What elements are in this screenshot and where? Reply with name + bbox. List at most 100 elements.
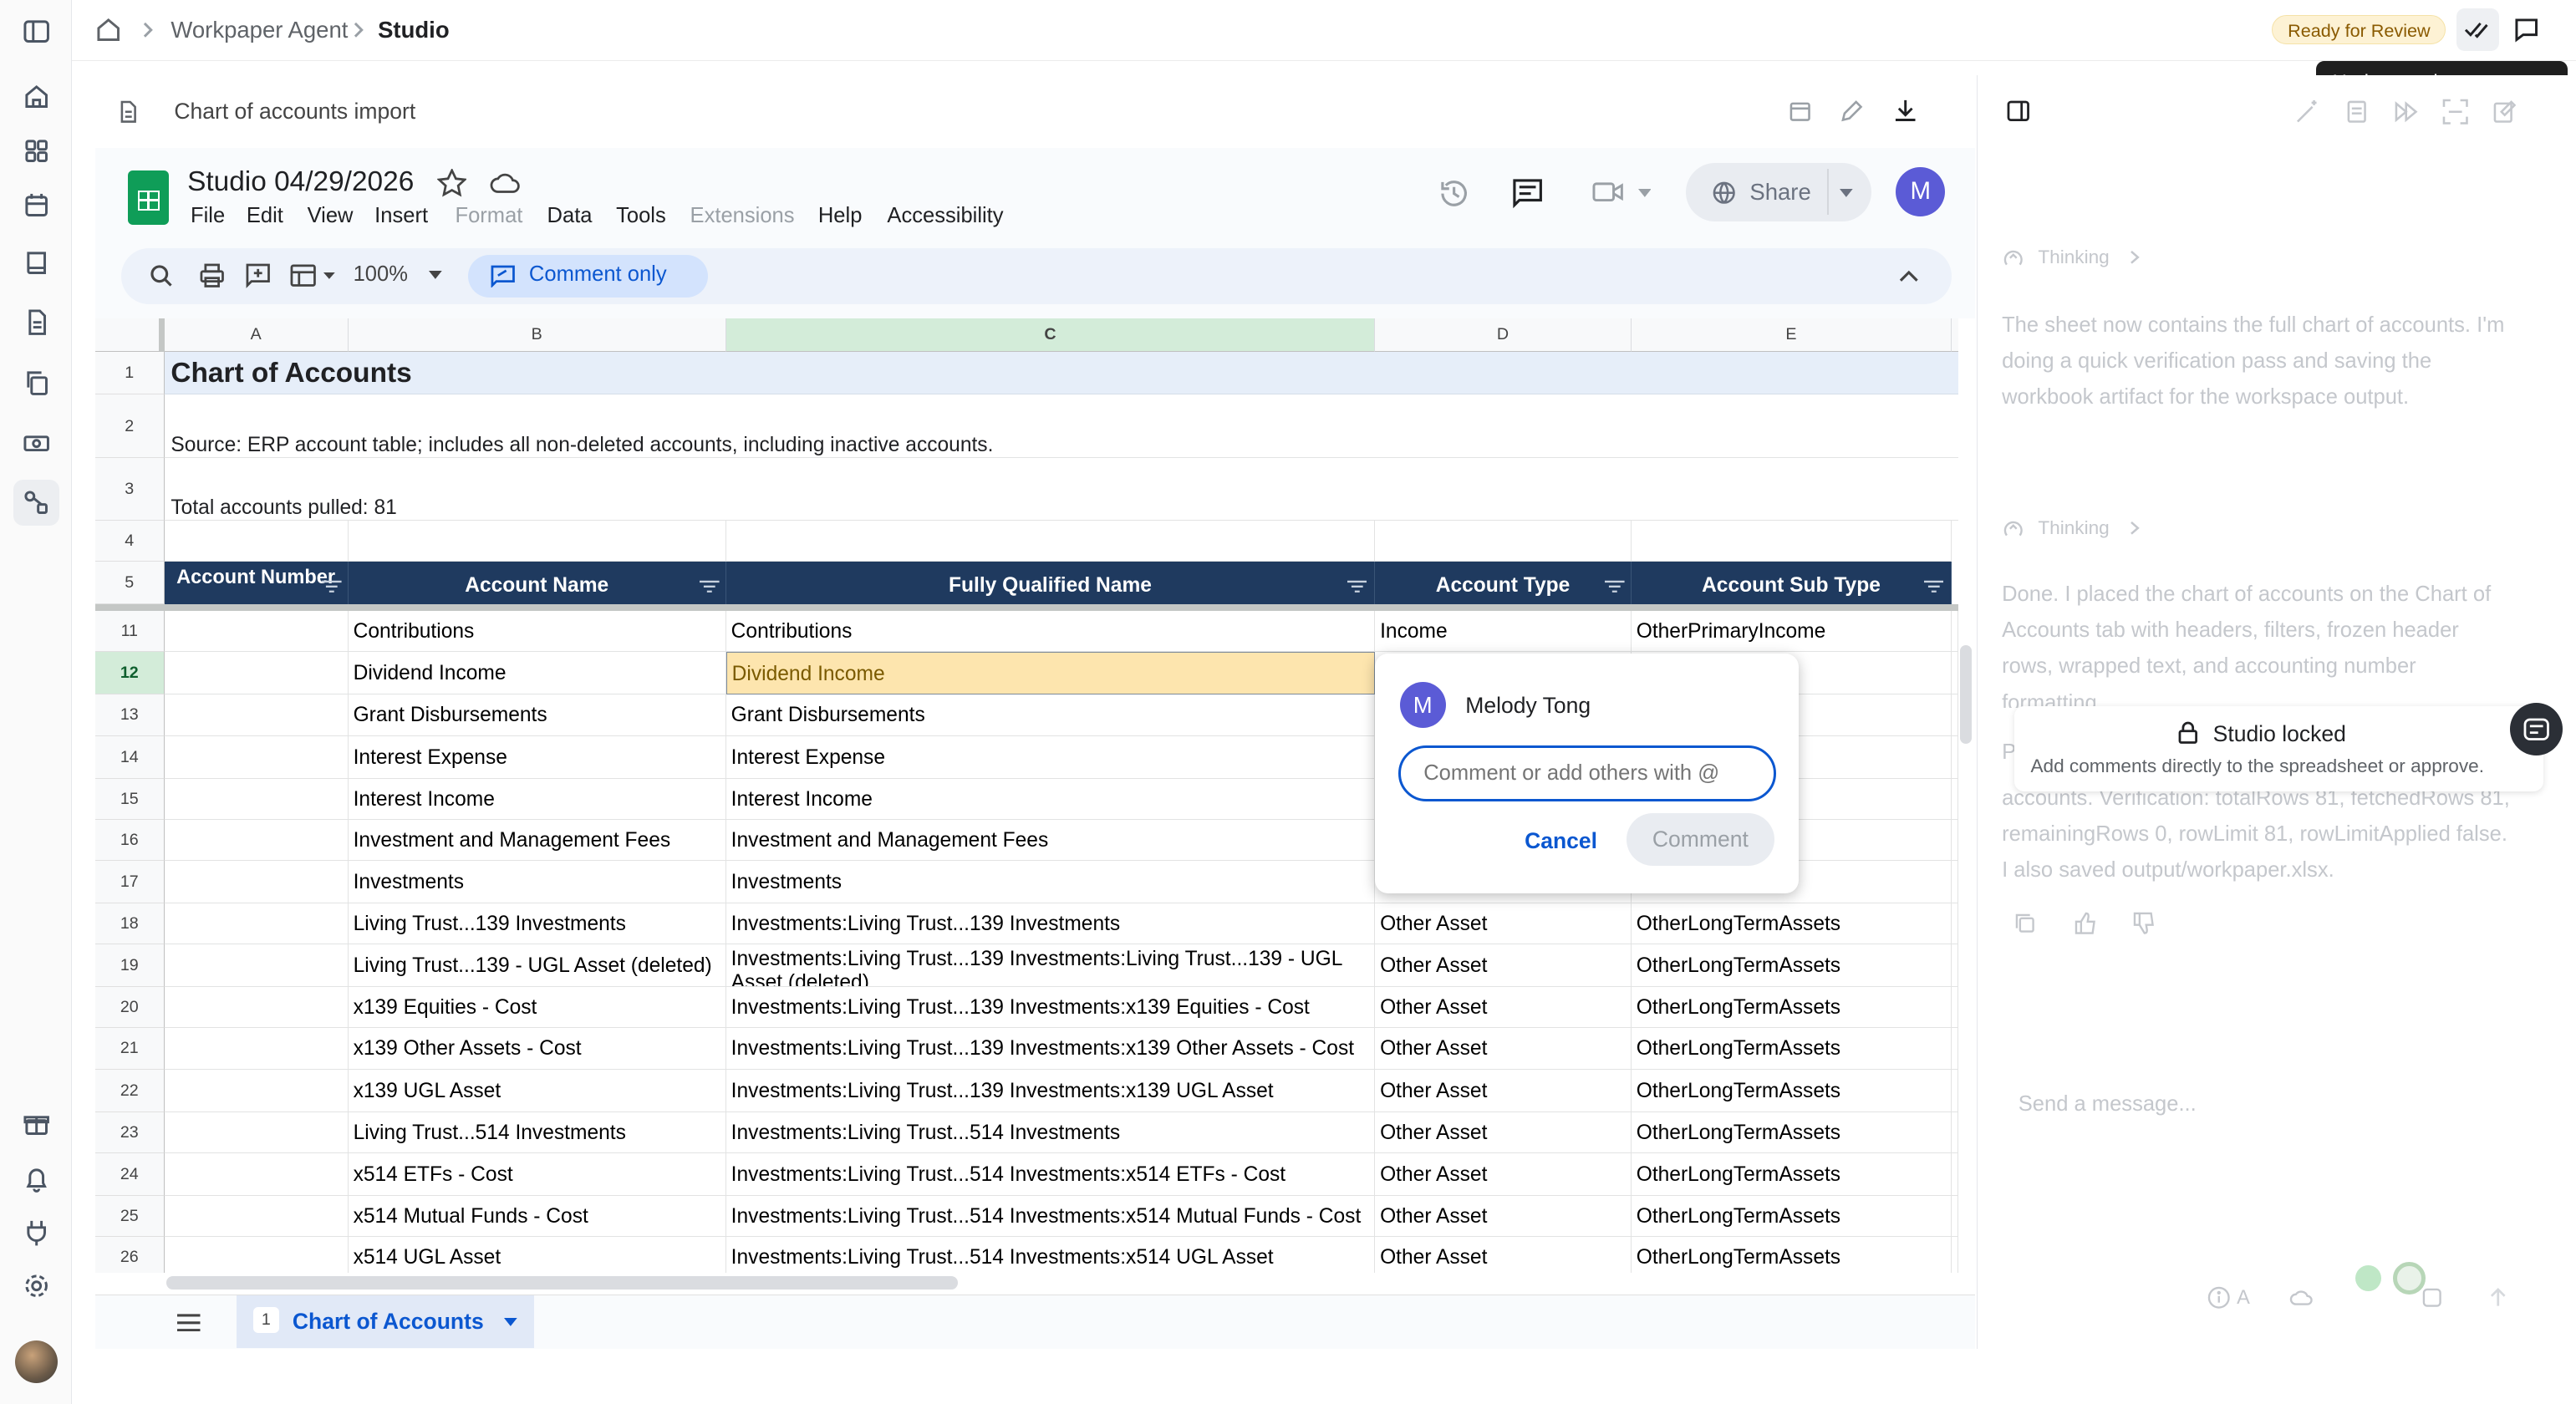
- submit-comment-button[interactable]: Comment: [1626, 812, 1774, 866]
- cell-account-number[interactable]: [164, 735, 349, 779]
- empty-cell[interactable]: [348, 521, 726, 562]
- cell-overflow[interactable]: [1952, 1237, 1958, 1274]
- sidebar-toggle-icon[interactable]: [22, 17, 51, 46]
- comment-only-mode-button[interactable]: Comment only: [468, 254, 709, 298]
- cell-overflow[interactable]: [1952, 1152, 1958, 1196]
- cell-account-sub-type[interactable]: OtherLongTermAssets: [1631, 1112, 1952, 1153]
- cell-overflow[interactable]: [1952, 1069, 1958, 1112]
- row-header[interactable]: 4: [95, 521, 165, 562]
- row-header[interactable]: 16: [95, 819, 165, 861]
- cell-account-number[interactable]: [164, 1195, 349, 1238]
- cell-fully-qualified-name[interactable]: Investments: [725, 860, 1376, 904]
- menu-help[interactable]: Help: [818, 204, 863, 228]
- cell-account-type[interactable]: Other Asset: [1375, 944, 1632, 988]
- panel-toggle-icon[interactable]: [2007, 100, 2030, 122]
- fast-forward-icon[interactable]: [2393, 99, 2419, 125]
- info-icon[interactable]: [2207, 1286, 2231, 1310]
- cell-overflow[interactable]: [1952, 611, 1958, 653]
- breadcrumb-workpaper-agent[interactable]: Workpaper Agent: [171, 17, 348, 43]
- print-icon[interactable]: [199, 262, 225, 288]
- cell-fully-qualified-name[interactable]: Investments:Living Trust...514 Investmen…: [725, 1152, 1376, 1196]
- download-icon[interactable]: [1892, 97, 1918, 123]
- add-comment-icon[interactable]: [245, 262, 271, 289]
- filter-icon[interactable]: [700, 580, 720, 593]
- all-sheets-menu-icon[interactable]: [177, 1313, 201, 1332]
- apps-grid-icon[interactable]: [22, 136, 51, 165]
- column-header-a[interactable]: A: [164, 318, 349, 352]
- vertical-scrollbar[interactable]: [1959, 645, 1972, 745]
- cell-account-name[interactable]: Interest Income: [348, 778, 726, 820]
- cell-account-name[interactable]: Living Trust...514 Investments: [348, 1112, 726, 1153]
- cell-account-name[interactable]: Interest Expense: [348, 735, 726, 779]
- horizontal-scrollbar[interactable]: [165, 1276, 958, 1290]
- meet-video-icon[interactable]: [1592, 179, 1625, 205]
- thinking-label[interactable]: Thinking: [2038, 247, 2109, 268]
- menu-data[interactable]: Data: [547, 204, 593, 228]
- pencil-icon[interactable]: [1840, 99, 1864, 123]
- cell-account-sub-type[interactable]: OtherLongTermAssets: [1631, 987, 1952, 1029]
- row-header[interactable]: 5: [95, 562, 165, 605]
- cell-account-sub-type[interactable]: OtherLongTermAssets: [1631, 1069, 1952, 1112]
- cell-account-name[interactable]: Living Trust...139 - UGL Asset (deleted): [348, 944, 726, 988]
- sheet-title-cell[interactable]: Chart of Accounts: [164, 351, 1958, 394]
- cell-account-number[interactable]: [165, 1237, 349, 1274]
- settings-gear-icon[interactable]: [22, 1271, 51, 1300]
- cell-account-type[interactable]: Other Asset: [1375, 1112, 1632, 1153]
- cell-account-type[interactable]: Other Asset: [1375, 903, 1632, 945]
- row-header[interactable]: 19: [95, 944, 165, 988]
- header-account-type[interactable]: Account Type: [1375, 562, 1632, 605]
- money-icon[interactable]: [22, 429, 51, 458]
- row-header[interactable]: 15: [95, 778, 165, 820]
- cell-overflow[interactable]: [1952, 1028, 1958, 1070]
- row-header[interactable]: 1: [95, 351, 165, 394]
- header-fully-qualified-name[interactable]: Fully Qualified Name: [725, 562, 1376, 605]
- cell-account-type[interactable]: Other Asset: [1375, 1152, 1632, 1196]
- menu-accessibility[interactable]: Accessibility: [887, 204, 1003, 228]
- workflow-icon[interactable]: [22, 488, 51, 517]
- column-header-b[interactable]: B: [348, 318, 726, 352]
- menu-tools[interactable]: Tools: [616, 204, 666, 228]
- cell-fully-qualified-name[interactable]: Interest Income: [725, 778, 1376, 820]
- message-input[interactable]: Send a message...: [2019, 1092, 2197, 1117]
- header-account-number[interactable]: Account Number: [164, 562, 349, 605]
- cell-account-sub-type[interactable]: OtherLongTermAssets: [1632, 1237, 1952, 1274]
- thinking-label[interactable]: Thinking: [2038, 517, 2109, 539]
- cell-overflow[interactable]: [1952, 1112, 1958, 1153]
- doc-title[interactable]: Studio 04/29/2026: [187, 166, 414, 198]
- cell-fully-qualified-name[interactable]: Investments:Living Trust...514 Investmen…: [725, 1112, 1376, 1153]
- chat-icon[interactable]: [2513, 17, 2539, 43]
- document-icon[interactable]: [22, 308, 51, 337]
- cloud-icon[interactable]: [2289, 1286, 2314, 1308]
- cell-account-number[interactable]: [164, 860, 349, 904]
- sheet-tab-chart-of-accounts[interactable]: 1 Chart of Accounts: [237, 1295, 534, 1348]
- row-header[interactable]: 2: [95, 394, 165, 459]
- list-check-icon[interactable]: [2344, 99, 2370, 125]
- source-note-cell[interactable]: Source: ERP account table; includes all …: [164, 394, 1958, 459]
- cell-overflow[interactable]: [1952, 778, 1958, 820]
- frozen-rows-divider[interactable]: [95, 604, 1958, 612]
- row-header[interactable]: 24: [95, 1152, 165, 1196]
- comments-icon[interactable]: [1511, 177, 1544, 210]
- column-header-d[interactable]: D: [1375, 318, 1632, 352]
- row-header[interactable]: 23: [95, 1112, 165, 1153]
- cell-account-type[interactable]: Other Asset: [1375, 1028, 1632, 1070]
- cell-account-number[interactable]: [164, 1028, 349, 1070]
- cell-overflow[interactable]: [1952, 819, 1958, 861]
- cell-account-name[interactable]: x139 Other Assets - Cost: [348, 1028, 726, 1070]
- plug-icon[interactable]: [22, 1218, 51, 1247]
- cell-account-number[interactable]: [164, 819, 349, 861]
- row-header[interactable]: 13: [95, 694, 165, 736]
- menu-format[interactable]: Format: [455, 204, 522, 228]
- chevron-down-icon[interactable]: [323, 272, 335, 280]
- cell-account-sub-type[interactable]: OtherLongTermAssets: [1631, 1195, 1952, 1238]
- row-header[interactable]: 11: [95, 611, 165, 653]
- cell-fully-qualified-name[interactable]: Dividend Income: [725, 652, 1376, 695]
- sheets-logo-icon[interactable]: [128, 170, 170, 226]
- row-header[interactable]: 12: [95, 652, 165, 695]
- cell-account-number[interactable]: [164, 694, 349, 736]
- row-header[interactable]: 26: [95, 1237, 165, 1274]
- cell-overflow[interactable]: [1952, 987, 1958, 1029]
- bell-icon[interactable]: [22, 1163, 51, 1193]
- cell-account-name[interactable]: Investments: [348, 860, 726, 904]
- copy-icon[interactable]: [2013, 912, 2037, 935]
